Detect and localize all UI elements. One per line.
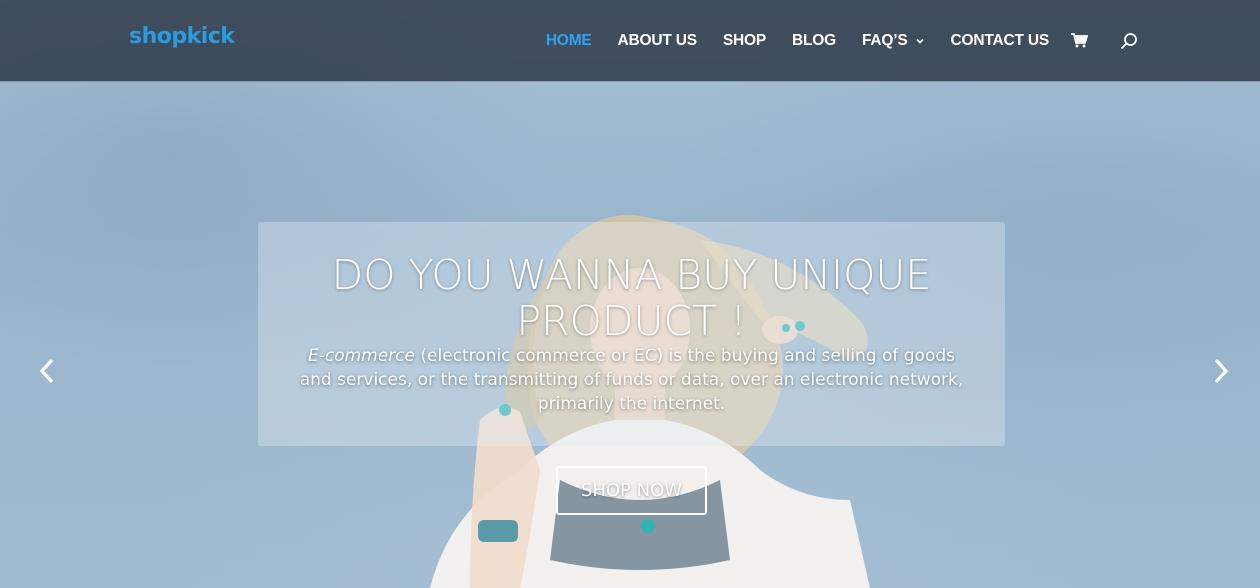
cart-icon[interactable] bbox=[1071, 33, 1088, 48]
description-emphasis: E-commerce bbox=[307, 346, 415, 366]
slide-headline: DO YOU WANNA BUY UNIQUE PRODUCT ! bbox=[331, 251, 932, 345]
chevron-left-icon[interactable] bbox=[33, 356, 63, 386]
shop-now-button[interactable]: SHOP NOW bbox=[556, 466, 707, 515]
chevron-right-icon[interactable] bbox=[1205, 356, 1235, 386]
nav-item-about-us[interactable]: ABOUT US bbox=[618, 32, 698, 50]
hero-slider: shopkick HOME ABOUT US SHOP BLOG FAQ’S C… bbox=[0, 0, 1260, 588]
nav-item-contact-us[interactable]: CONTACT US bbox=[951, 32, 1050, 50]
nav-item-faqs-label: FAQ’S bbox=[862, 31, 908, 49]
nav-item-blog[interactable]: BLOG bbox=[792, 32, 836, 50]
chevron-down-icon bbox=[915, 38, 924, 44]
site-logo[interactable]: shopkick bbox=[129, 24, 235, 49]
nav-item-home[interactable]: HOME bbox=[546, 32, 592, 50]
site-header: shopkick HOME ABOUT US SHOP BLOG FAQ’S C… bbox=[0, 0, 1260, 81]
nav-item-shop[interactable]: SHOP bbox=[723, 32, 766, 50]
nav-item-faqs[interactable]: FAQ’S bbox=[862, 32, 925, 50]
search-icon[interactable] bbox=[1120, 32, 1138, 50]
slide-description: E-commerce (electronic commerce or EC) i… bbox=[290, 344, 973, 416]
main-nav: HOME ABOUT US SHOP BLOG FAQ’S CONTACT US bbox=[546, 0, 1138, 81]
